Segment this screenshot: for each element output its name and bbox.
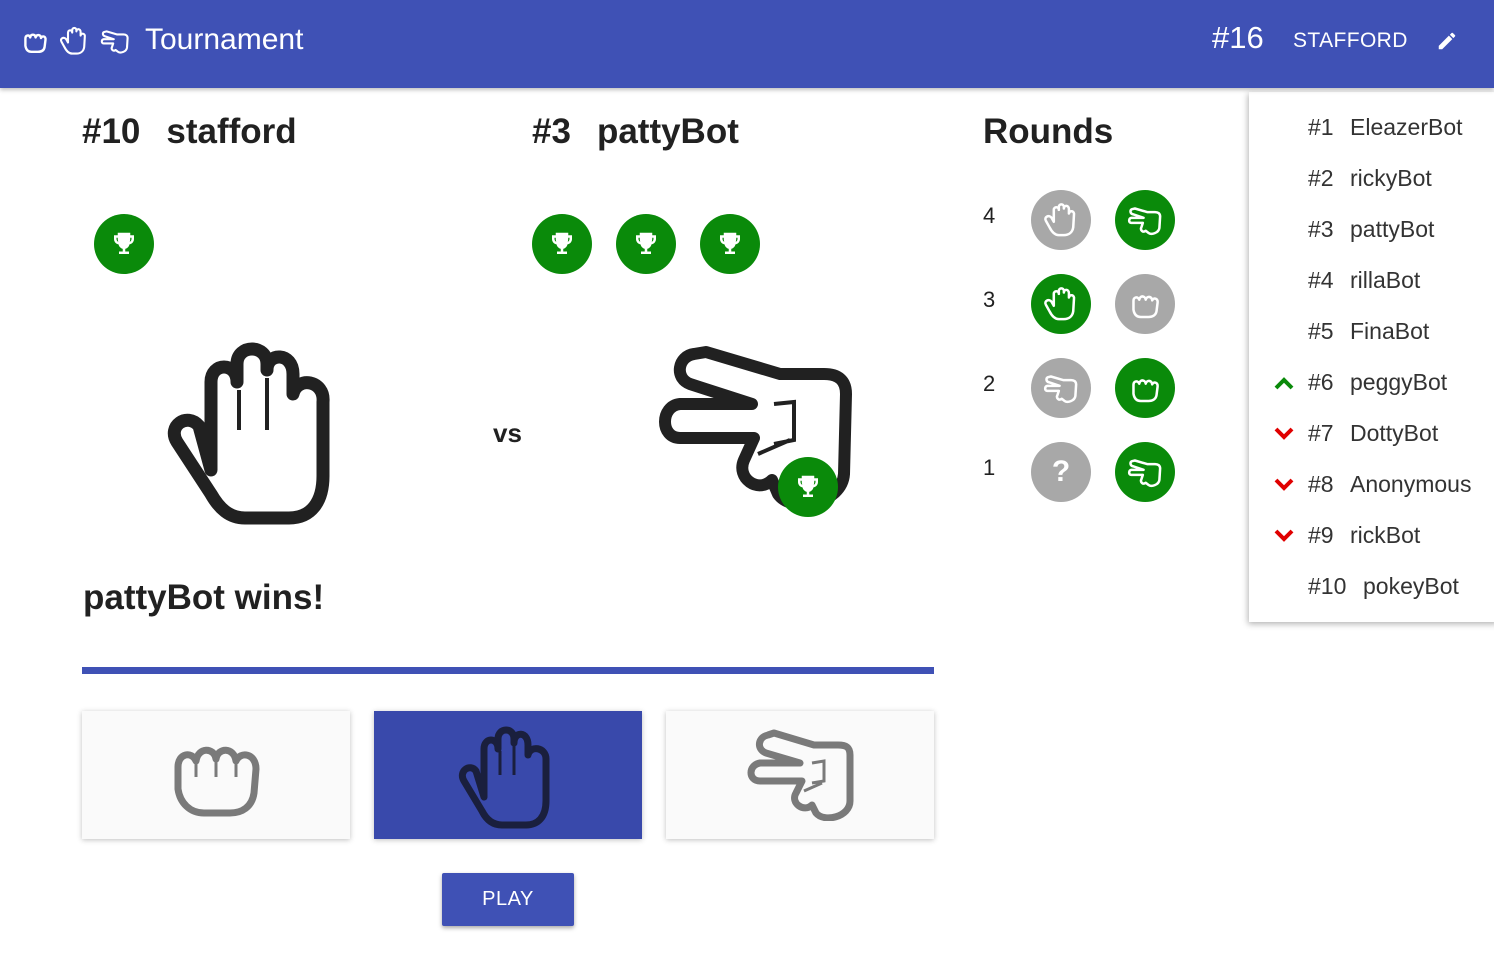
app-title: Tournament [145, 23, 304, 56]
leaderboard-item[interactable]: #3 pattyBot [1249, 208, 1494, 252]
rock-icon [1132, 295, 1159, 319]
leaderboard-name: FinaBot [1350, 318, 1430, 344]
trophy-icon [636, 232, 656, 254]
paper-icon [459, 726, 550, 829]
trophy-badge [700, 214, 760, 274]
vs-label: vs [493, 418, 522, 448]
leaderboard-item[interactable]: #7 DottyBot [1249, 412, 1494, 456]
leaderboard-item[interactable]: #10 pokeyBot [1249, 565, 1494, 609]
paper-icon [1044, 287, 1076, 321]
round-number: 2 [983, 371, 996, 396]
rounds-title: Rounds [983, 112, 1114, 151]
leaderboard-name: pattyBot [1350, 216, 1435, 242]
paper-hand-icon [168, 342, 330, 525]
left-player-heading: #10 stafford [82, 112, 297, 152]
leaderboard-name: Anonymous [1350, 471, 1472, 497]
leaderboard-rank: #7 [1308, 420, 1334, 446]
user-rank: #16 [1212, 20, 1264, 55]
winner-trophy-badge [778, 457, 838, 517]
leaderboard-rank: #8 [1308, 471, 1334, 497]
leaderboard-item[interactable]: #4 rillaBot [1249, 259, 1494, 303]
rock-icon [24, 33, 47, 53]
leaderboard-item[interactable]: #6 peggyBot [1249, 361, 1494, 405]
round-right-move [1115, 274, 1175, 334]
divider [82, 667, 934, 674]
scissors-icon [1127, 459, 1162, 488]
leaderboard-rank: #10 [1308, 573, 1347, 599]
round-number: 4 [983, 203, 996, 228]
round-number: 3 [983, 287, 996, 312]
leaderboard-name: rickBot [1350, 522, 1421, 548]
scissors-icon [100, 30, 129, 54]
left-player-rank: #10 [82, 112, 141, 151]
leaderboard-rank: #9 [1308, 522, 1334, 548]
right-player-name: pattyBot [596, 112, 739, 151]
trend-down-icon [1274, 529, 1294, 542]
leaderboard-name: EleazerBot [1350, 114, 1463, 140]
leaderboard-name: pokeyBot [1363, 573, 1459, 599]
unknown-move-icon: ? [1051, 455, 1071, 488]
round-right-move [1115, 358, 1175, 418]
scissors-icon [747, 729, 854, 821]
app-bar: Tournament #16 STAFFORD [0, 0, 1494, 88]
edit-icon[interactable] [1436, 30, 1458, 52]
paper-icon [59, 26, 86, 55]
leaderboard-item[interactable]: #9 rickBot [1249, 514, 1494, 558]
rock-choice-button[interactable] [82, 711, 350, 839]
round-right-move [1115, 442, 1175, 502]
leaderboard-rank: #5 [1308, 318, 1334, 344]
round-number: 1 [983, 455, 996, 480]
trophy-badge [94, 214, 154, 274]
scissors-choice-button[interactable] [666, 711, 934, 839]
leaderboard-rank: #6 [1308, 369, 1334, 395]
leaderboard-name: rillaBot [1350, 267, 1421, 293]
play-button[interactable]: PLAY [442, 873, 574, 926]
paper-icon [1044, 203, 1076, 237]
paper-choice-button[interactable] [374, 711, 642, 839]
trophy-icon [720, 232, 740, 254]
scissors-icon [1043, 375, 1078, 404]
left-player-name: stafford [166, 112, 297, 151]
leaderboard-item[interactable]: #2 rickyBot [1249, 157, 1494, 201]
leaderboard-name: rickyBot [1350, 165, 1432, 191]
user-name-button[interactable]: STAFFORD [1293, 29, 1408, 53]
right-player-heading: #3 pattyBot [532, 112, 739, 152]
leaderboard-name: peggyBot [1350, 369, 1448, 395]
leaderboard-rank: #3 [1308, 216, 1334, 242]
scissors-icon [1127, 207, 1162, 236]
leaderboard-item[interactable]: #1 EleazerBot [1249, 106, 1494, 150]
leaderboard-item[interactable]: #5 FinaBot [1249, 310, 1494, 354]
result-message: pattyBot wins! [83, 578, 325, 617]
trophy-icon [552, 232, 572, 254]
leaderboard-rank: #1 [1308, 114, 1334, 140]
trophy-icon [114, 232, 134, 254]
leaderboard-panel: #1 EleazerBot #2 rickyBot #3 pattyBot #4… [1249, 92, 1494, 622]
rock-icon [1132, 379, 1159, 403]
leaderboard-rank: #2 [1308, 165, 1334, 191]
leaderboard-name: DottyBot [1350, 420, 1439, 446]
trend-up-icon [1274, 377, 1294, 390]
round-left-move [1031, 274, 1091, 334]
leaderboard-rank: #4 [1308, 267, 1334, 293]
round-left-move [1031, 190, 1091, 250]
trend-down-icon [1274, 478, 1294, 491]
round-left-move: ? [1031, 442, 1091, 502]
rock-icon [174, 746, 260, 817]
trophy-icon [798, 475, 818, 497]
trophy-badge [616, 214, 676, 274]
round-left-move [1031, 358, 1091, 418]
right-player-rank: #3 [532, 112, 571, 151]
trophy-badge [532, 214, 592, 274]
leaderboard-item[interactable]: #8 Anonymous [1249, 463, 1494, 507]
trend-down-icon [1274, 427, 1294, 440]
round-right-move [1115, 190, 1175, 250]
